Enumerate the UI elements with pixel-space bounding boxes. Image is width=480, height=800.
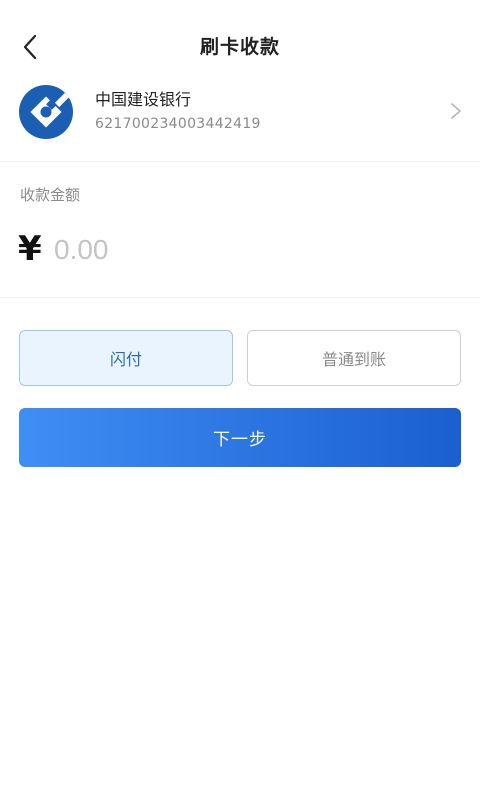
chevron-right-icon [451,103,461,119]
bank-name: 中国建设银行 [95,90,192,109]
card-number: 621700234003442419 [95,116,261,132]
divider [0,161,480,162]
bank-card-selector[interactable]: 中国建设银行 621700234003442419 [0,76,480,162]
flash-pay-option[interactable]: 闪付 [19,330,233,386]
amount-label: 收款金额 [20,186,81,204]
normal-arrival-option[interactable]: 普通到账 [247,330,461,386]
currency-symbol: ¥ [18,229,42,269]
payment-page: 刷卡收款 中国建设银行 621700234003442419 收款金额 ¥ 闪付… [0,0,480,800]
bank-logo-icon [18,84,74,140]
next-button[interactable]: 下一步 [19,408,461,467]
amount-input[interactable] [54,230,454,270]
page-title: 刷卡收款 [199,36,280,58]
divider [0,297,480,298]
